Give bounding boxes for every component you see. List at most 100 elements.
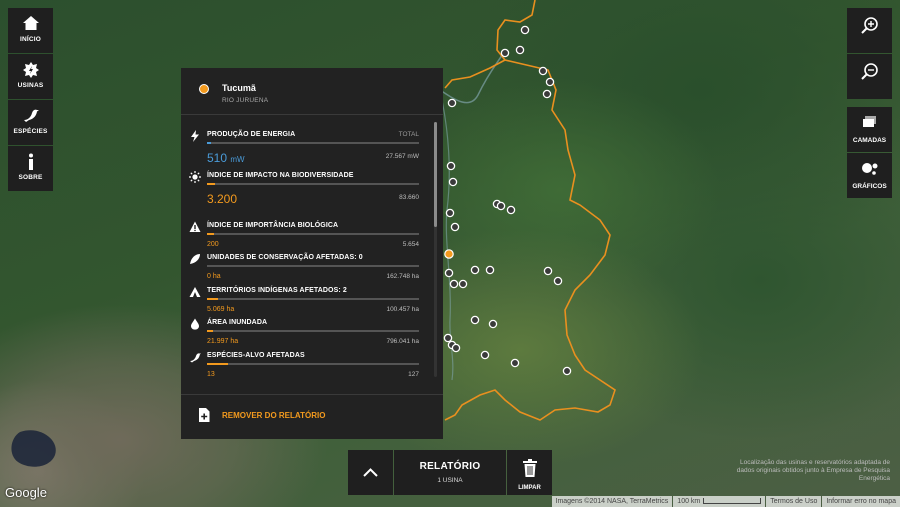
water-drop-icon <box>191 318 199 330</box>
plant-marker[interactable] <box>520 25 530 35</box>
nav-label: INÍCIO <box>19 36 42 43</box>
scroll-thumb[interactable] <box>434 122 437 227</box>
plant-marker[interactable] <box>488 319 498 329</box>
charts-label: GRÁFICOS <box>852 183 887 190</box>
plant-marker[interactable] <box>451 343 461 353</box>
plant-marker[interactable] <box>449 279 459 289</box>
plant-marker[interactable] <box>444 268 454 278</box>
power-plant-icon <box>8 54 53 82</box>
remove-from-report-button[interactable]: REMOVER DO RELATÓRIO <box>193 405 433 429</box>
plant-marker[interactable] <box>542 89 552 99</box>
clear-report-button[interactable]: LIMPAR <box>507 450 552 495</box>
plant-name: Tucumã <box>222 83 256 93</box>
scale-bar: 100 km <box>673 496 766 507</box>
nav-usinas-button[interactable]: USINAS <box>8 54 53 99</box>
plant-marker[interactable] <box>446 161 456 171</box>
warning-icon <box>189 221 201 232</box>
plant-marker[interactable] <box>553 276 563 286</box>
zoom-out-button[interactable] <box>847 54 892 99</box>
scale-mark <box>703 498 762 505</box>
metric-indigenous: TERRITÓRIOS INDÍGENAS AFETADOS: 2 5.069 … <box>189 287 419 313</box>
leaf-icon <box>190 254 200 264</box>
map-attribution-bar: Imagens ©2014 NASA, TerraMetrics 100 km … <box>551 496 900 507</box>
metric-max: 83.660 <box>399 194 419 201</box>
metric-max: 162.748 ha <box>386 273 419 280</box>
nav-inicio-button[interactable]: INÍCIO <box>8 8 53 53</box>
metric-track <box>207 142 419 144</box>
charts-button[interactable]: GRÁFICOS <box>847 153 892 198</box>
zoom-in-button[interactable] <box>847 8 892 53</box>
terms-link[interactable]: Termos de Uso <box>766 496 822 507</box>
plant-marker[interactable] <box>470 315 480 325</box>
scale-label: 100 km <box>677 498 701 505</box>
metric-max: 100.457 ha <box>386 306 419 313</box>
plant-marker[interactable] <box>545 77 555 87</box>
plant-marker[interactable] <box>450 222 460 232</box>
home-icon <box>8 8 53 36</box>
zoom-out-icon <box>847 54 892 84</box>
plant-marker[interactable] <box>510 358 520 368</box>
metric-value: 13 <box>207 371 215 378</box>
layers-label: CAMADAS <box>852 137 887 144</box>
plant-marker[interactable] <box>500 48 510 58</box>
report-summary[interactable]: RELATÓRIO 1 USINA <box>394 450 506 495</box>
layers-button[interactable]: CAMADAS <box>847 107 892 152</box>
metrics-list[interactable]: PRODUÇÃO DE ENERGIA TOTAL 510 mW 27.567 … <box>181 116 443 386</box>
plant-marker[interactable] <box>480 350 490 360</box>
metric-impact: ÍNDICE DE IMPACTO NA BIODIVERSIDADE 3.20… <box>189 171 419 206</box>
satellite-map[interactable] <box>0 0 900 507</box>
panel-footer: REMOVER DO RELATÓRIO <box>181 394 443 439</box>
metric-fill <box>207 363 229 365</box>
metric-track <box>207 363 419 365</box>
plant-marker[interactable] <box>447 98 457 108</box>
metric-importance: ÍNDICE DE IMPORTÂNCIA BIOLÓGICA 200 5.65… <box>189 221 419 248</box>
metric-fill <box>207 298 218 300</box>
main-navigation: INÍCIO USINAS ESPÉCIES SOBRE <box>8 8 53 192</box>
plant-marker[interactable] <box>485 265 495 275</box>
plant-marker[interactable] <box>506 205 516 215</box>
scrollbar[interactable] <box>434 122 437 377</box>
google-logo[interactable]: Google <box>5 485 47 500</box>
nav-label: USINAS <box>17 82 44 89</box>
plant-info-panel: Tucumã RIO JURUENA PRODUÇÃO DE ENERGIA T… <box>181 68 443 439</box>
metric-flooded-area: ÁREA INUNDADA 21.997 ha 796.041 ha <box>191 318 419 345</box>
panel-header: Tucumã RIO JURUENA <box>181 68 443 115</box>
sun-icon <box>189 171 201 183</box>
selected-plant-marker[interactable] <box>444 249 454 259</box>
metric-title: ÁREA INUNDADA <box>207 319 268 326</box>
metric-title: ESPÉCIES-ALVO AFETADAS <box>207 352 305 359</box>
nav-sobre-button[interactable]: SOBRE <box>8 146 53 191</box>
metric-title: ÍNDICE DE IMPACTO NA BIODIVERSIDADE <box>207 172 354 179</box>
map-overlay <box>11 0 616 467</box>
clear-label: LIMPAR <box>518 485 541 491</box>
plant-marker[interactable] <box>470 265 480 275</box>
plant-marker[interactable] <box>543 266 553 276</box>
data-source-note: Localização das usinas e reservatórios a… <box>736 459 890 482</box>
remove-label: REMOVER DO RELATÓRIO <box>222 411 326 420</box>
plant-marker[interactable] <box>496 201 506 211</box>
metric-total-label: TOTAL <box>398 131 419 138</box>
metric-energy: PRODUÇÃO DE ENERGIA TOTAL 510 mW 27.567 … <box>191 130 419 165</box>
plant-river: RIO JURUENA <box>222 97 269 104</box>
expand-report-button[interactable] <box>348 450 393 495</box>
plant-marker[interactable] <box>445 208 455 218</box>
metric-track <box>207 265 419 267</box>
metric-title: UNIDADES DE CONSERVAÇÃO AFETADAS: 0 <box>207 254 363 261</box>
metric-track <box>207 298 419 300</box>
plant-marker[interactable] <box>515 45 525 55</box>
tent-icon <box>189 287 201 297</box>
lightning-icon <box>191 130 199 142</box>
report-error-link[interactable]: Informar erro no mapa <box>822 496 900 507</box>
nav-especies-button[interactable]: ESPÉCIES <box>8 100 53 145</box>
metric-title: TERRITÓRIOS INDÍGENAS AFETADOS: 2 <box>207 287 347 294</box>
plant-marker[interactable] <box>443 333 453 343</box>
chevron-up-icon <box>363 468 378 477</box>
plant-marker[interactable] <box>538 66 548 76</box>
trash-icon <box>522 459 537 477</box>
plant-marker[interactable] <box>562 366 572 376</box>
plant-marker[interactable] <box>448 177 458 187</box>
plant-marker[interactable] <box>458 279 468 289</box>
metric-conservation: UNIDADES DE CONSERVAÇÃO AFETADAS: 0 0 ha… <box>190 254 419 280</box>
bubbles-icon <box>847 153 892 183</box>
metric-max: 5.654 <box>402 241 419 248</box>
